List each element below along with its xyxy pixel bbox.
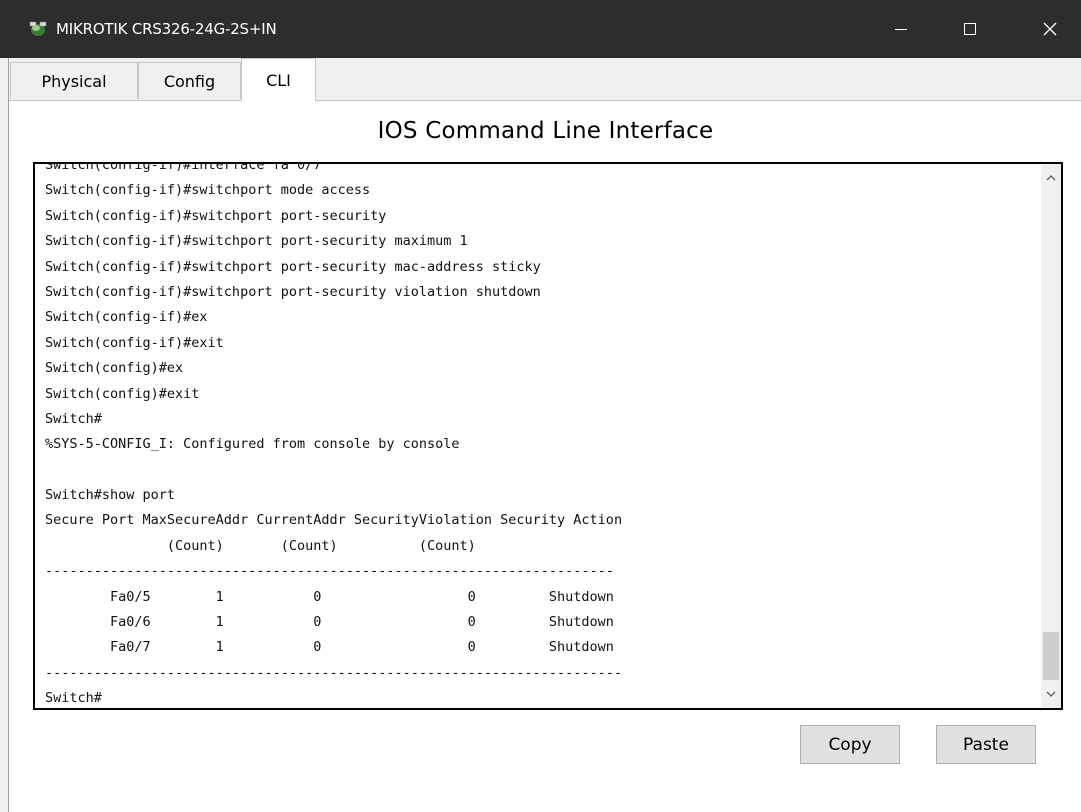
chevron-up-icon <box>1046 175 1056 181</box>
console-line: Fa0/6 1 0 0 Shutdown <box>45 614 614 631</box>
console-scrollbar[interactable] <box>1041 164 1061 708</box>
console-line: Switch(config-if)#exit <box>45 334 224 351</box>
console-line: Switch(config-if)#interface fa 0/7 <box>45 162 322 173</box>
window-title: MIKROTIK CRS326-24G-2S+IN <box>56 20 277 38</box>
minimize-icon <box>895 28 907 30</box>
console-line: Switch(config-if)#switchport port-securi… <box>45 258 541 275</box>
paste-button[interactable]: Paste <box>936 725 1036 764</box>
tab-physical[interactable]: Physical <box>10 62 138 99</box>
console-line: Switch(config-if)#switchport port-securi… <box>45 283 541 300</box>
console-line: Switch(config-if)#switchport mode access <box>45 182 371 199</box>
page-title: IOS Command Line Interface <box>377 118 714 144</box>
console-line: Switch#show port <box>45 487 176 504</box>
minimize-button[interactable] <box>874 0 928 58</box>
console-line: Fa0/7 1 0 0 Shutdown <box>45 639 614 656</box>
console-line: Switch(config-if)#switchport port-securi… <box>45 207 387 224</box>
copy-button[interactable]: Copy <box>800 725 900 764</box>
tab-cli[interactable]: CLI <box>241 58 316 101</box>
console-output: Switch(config-if)#interface fa 0/7 Switch… <box>45 162 1035 708</box>
console-line: (Count) (Count) (Count) <box>45 537 476 554</box>
scroll-down-button[interactable] <box>1041 684 1061 704</box>
close-icon <box>1043 22 1057 36</box>
close-button[interactable] <box>1023 0 1077 58</box>
cli-console[interactable]: Switch(config-if)#interface fa 0/7 Switch… <box>33 162 1063 710</box>
chevron-down-icon <box>1046 691 1056 697</box>
console-line: Switch(config-if)#switchport port-securi… <box>45 233 468 250</box>
console-line: Switch(config)#ex <box>45 360 184 377</box>
console-line: Switch(config-if)#ex <box>45 309 208 326</box>
console-line: %SYS-5-CONFIG_I: Configured from console… <box>45 436 460 453</box>
console-line: Switch# <box>45 690 102 707</box>
console-line: Switch# <box>45 410 102 427</box>
console-line: ----------------------------------------… <box>45 664 623 681</box>
console-line: Secure Port MaxSecureAddr CurrentAddr Se… <box>45 512 623 529</box>
maximize-icon <box>964 23 976 35</box>
network-device-icon <box>29 21 47 36</box>
scroll-thumb[interactable] <box>1043 632 1059 680</box>
tab-strip: Physical Config CLI <box>9 58 1081 101</box>
maximize-button[interactable] <box>943 0 997 58</box>
console-line: Switch(config)#exit <box>45 385 200 402</box>
console-line: Fa0/5 1 0 0 Shutdown <box>45 588 614 605</box>
scroll-up-button[interactable] <box>1041 168 1061 188</box>
tab-config[interactable]: Config <box>138 62 241 99</box>
console-line: ----------------------------------------… <box>45 563 614 580</box>
title-bar: MIKROTIK CRS326-24G-2S+IN <box>0 0 1081 58</box>
window-body: Physical Config CLI IOS Command Line Int… <box>8 58 1081 812</box>
